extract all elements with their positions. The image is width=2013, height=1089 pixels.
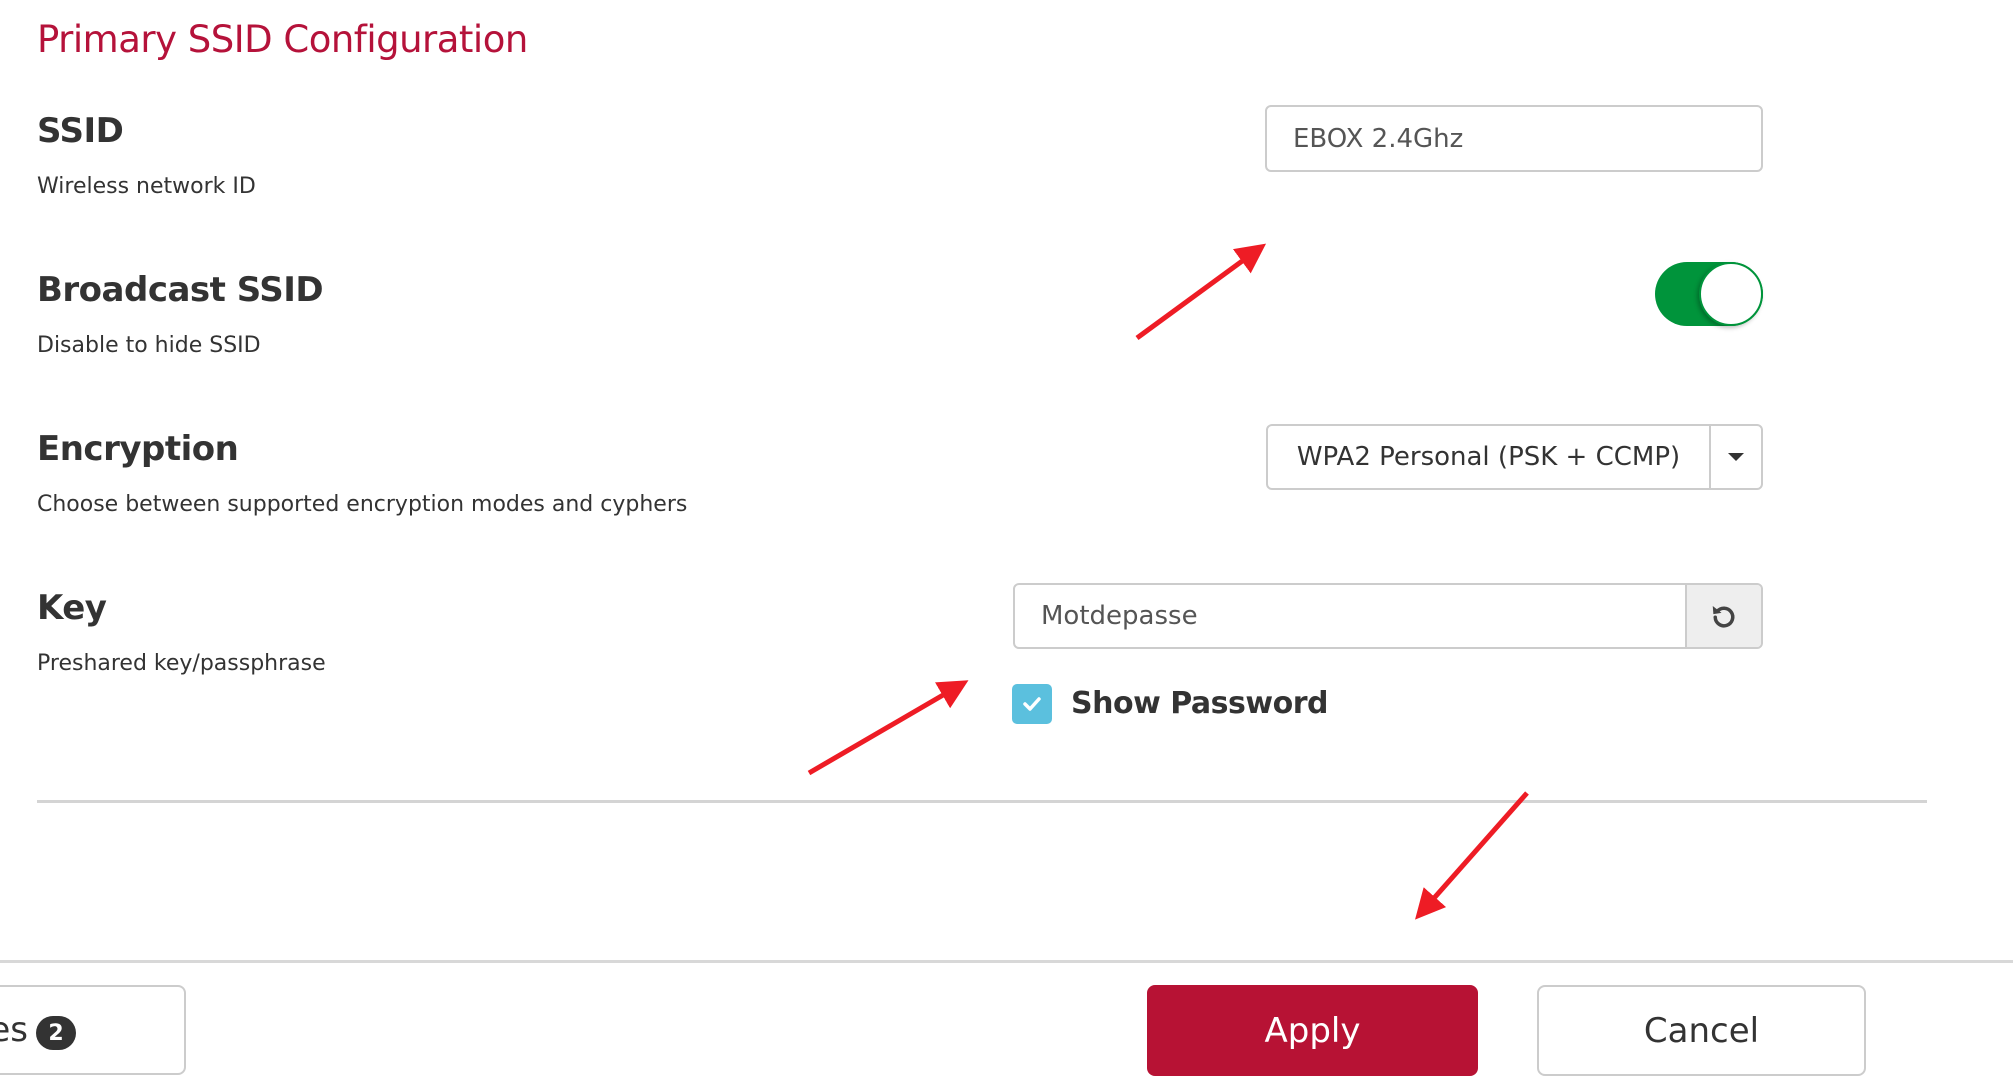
pending-changes-count-badge: 2: [36, 1016, 76, 1050]
key-label: Key: [37, 588, 107, 628]
show-password-checkbox[interactable]: [1012, 684, 1052, 724]
caret-down-icon: [1728, 453, 1744, 461]
cancel-button[interactable]: Cancel: [1537, 985, 1866, 1076]
encryption-description: Choose between supported encryption mode…: [37, 492, 688, 517]
arrow-to-ssid-input: [1135, 243, 1267, 341]
wifi-config-page: Primary SSID Configuration SSID Wireless…: [0, 0, 2013, 1089]
pending-changes-label: es: [0, 1010, 28, 1050]
section-title: Primary SSID Configuration: [37, 18, 528, 61]
broadcast-ssid-toggle[interactable]: [1655, 262, 1763, 326]
key-description: Preshared key/passphrase: [37, 651, 326, 676]
encryption-selected-value: WPA2 Personal (PSK + CCMP): [1296, 442, 1681, 472]
encryption-dropdown-toggle[interactable]: [1709, 426, 1761, 488]
ssid-description: Wireless network ID: [37, 174, 256, 199]
ssid-input-value: EBOX 2.4Ghz: [1293, 123, 1464, 154]
show-password-label[interactable]: Show Password: [1071, 686, 1328, 721]
encryption-label: Encryption: [37, 429, 239, 469]
ssid-label: SSID: [37, 111, 124, 151]
arrow-to-key-input: [807, 680, 969, 776]
encryption-select[interactable]: WPA2 Personal (PSK + CCMP): [1266, 424, 1763, 490]
checkmark-icon: [1023, 697, 1041, 711]
broadcast-ssid-description: Disable to hide SSID: [37, 333, 261, 358]
pending-changes-button[interactable]: es 2: [0, 985, 186, 1075]
key-input[interactable]: Motdepasse: [1015, 585, 1685, 647]
regenerate-key-button[interactable]: [1685, 585, 1761, 647]
apply-button[interactable]: Apply: [1147, 985, 1478, 1076]
key-input-group: Motdepasse: [1013, 583, 1763, 649]
section-divider: [37, 800, 1927, 803]
broadcast-ssid-label: Broadcast SSID: [37, 270, 324, 310]
footer-bar: es 2 Apply Cancel: [0, 960, 2013, 1089]
toggle-knob: [1699, 262, 1763, 326]
ssid-input[interactable]: EBOX 2.4Ghz: [1265, 105, 1763, 172]
refresh-icon: [1712, 606, 1735, 628]
key-input-value: Motdepasse: [1041, 601, 1198, 631]
arrow-to-apply-button: [1415, 791, 1529, 920]
